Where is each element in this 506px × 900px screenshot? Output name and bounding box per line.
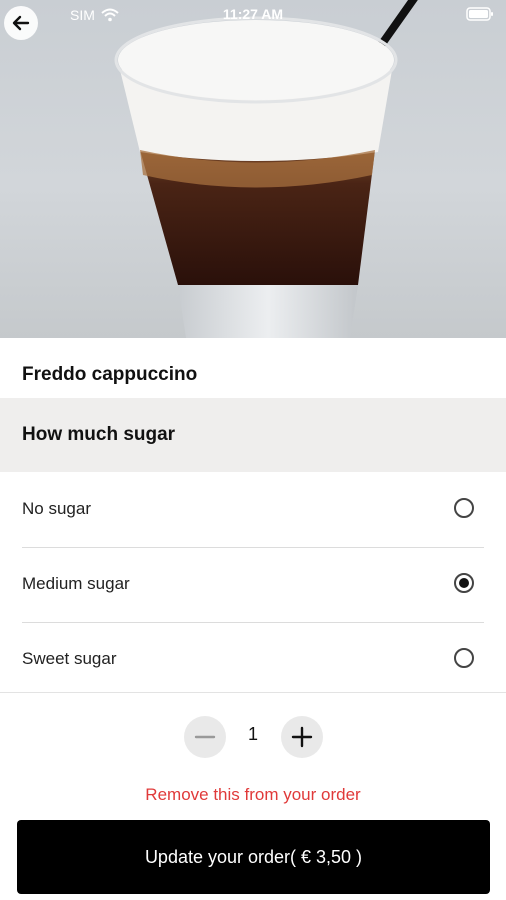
product-image: SIM 11:27 AM [0, 0, 506, 338]
product-title-row: Freddo cappuccino [0, 338, 506, 398]
remove-from-order-link[interactable]: Remove this from your order [0, 785, 506, 805]
battery-icon [466, 7, 494, 24]
quantity-value: 1 [247, 724, 258, 744]
radio-button[interactable] [454, 648, 474, 668]
increase-quantity-button[interactable] [281, 716, 323, 758]
status-bar: SIM 11:27 AM [0, 0, 506, 30]
minus-icon [194, 735, 216, 739]
option-sweet-sugar[interactable]: Sweet sugar [0, 622, 506, 697]
product-title: Freddo cappuccino [22, 364, 198, 385]
decrease-quantity-button[interactable] [184, 716, 226, 758]
plus-icon [291, 726, 313, 748]
option-label: Sweet sugar [22, 649, 117, 668]
back-button[interactable] [4, 6, 38, 40]
option-label: Medium sugar [22, 574, 130, 593]
update-order-label: Update your order( € 3,50 ) [144, 846, 363, 867]
option-medium-sugar[interactable]: Medium sugar [0, 547, 506, 622]
option-no-sugar[interactable]: No sugar [0, 472, 506, 547]
divider [0, 692, 506, 693]
radio-button[interactable] [454, 498, 474, 518]
back-arrow-icon [12, 15, 30, 31]
sugar-section-header: How much sugar [0, 398, 506, 472]
status-time: 11:27 AM [222, 6, 284, 22]
radio-button-selected[interactable] [454, 573, 474, 593]
sugar-section-title: How much sugar [22, 424, 176, 445]
option-label: No sugar [22, 499, 91, 518]
coffee-glass-illustration [114, 0, 418, 338]
update-order-button[interactable]: Update your order( € 3,50 ) [17, 820, 490, 894]
